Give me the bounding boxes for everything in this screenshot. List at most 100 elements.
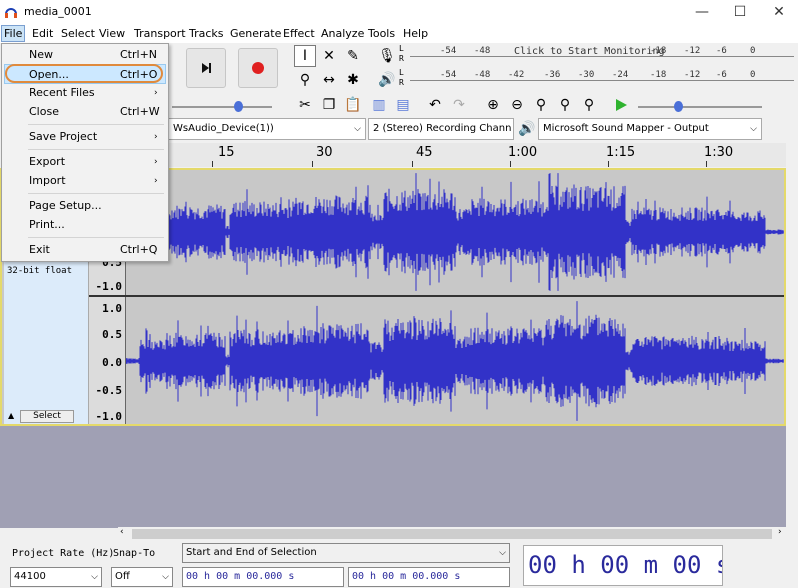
waveform-left <box>126 173 784 291</box>
menu-help[interactable]: Help <box>401 25 430 42</box>
audio-host-select[interactable]: WsAudio_Device(1)) ⌵ <box>168 118 366 140</box>
submenu-arrow-icon: › <box>154 176 158 186</box>
meter-tick: -18 <box>650 70 667 80</box>
ruler-mark <box>510 161 511 167</box>
scroll-right-icon[interactable]: › <box>778 527 782 537</box>
menu-separator <box>28 124 164 125</box>
recording-meter[interactable]: -54 -48 Click to Start Monitoring -18 -1… <box>410 46 794 68</box>
menu-transport[interactable]: Transport <box>132 25 188 42</box>
skip-to-end-button[interactable] <box>186 48 226 88</box>
recording-channels-select[interactable]: 2 (Stereo) Recording Chann <box>368 118 514 140</box>
meter-tick: -54 <box>440 70 457 80</box>
menu-item-recent-files[interactable]: Recent Files › <box>4 83 166 103</box>
fit-project-button[interactable]: ⚲ <box>554 94 576 116</box>
zoom-tool[interactable]: ⚲ <box>294 69 316 91</box>
menu-item-new[interactable]: New Ctrl+N <box>4 45 166 65</box>
horizontal-scrollbar[interactable]: ‹ › <box>118 527 788 541</box>
record-icon <box>252 62 264 74</box>
audio-position-display[interactable]: 00 h 00 m 00 s <box>523 545 723 586</box>
multi-tool[interactable]: ✱ <box>342 69 364 91</box>
fit-selection-icon: ⚲ <box>535 97 547 113</box>
menu-item-exit[interactable]: Exit Ctrl+Q <box>4 240 166 260</box>
redo-button[interactable]: ↷ <box>448 94 470 116</box>
record-button[interactable] <box>238 48 278 88</box>
chevron-down-icon: ⌵ <box>162 572 169 582</box>
project-rate-select[interactable]: 44100 ⌵ <box>10 567 102 587</box>
selection-start-time[interactable]: 00 h 00 m 00.000 s <box>182 567 344 587</box>
ruler-label: 30 <box>316 145 333 160</box>
trim-button[interactable]: ▥ <box>368 94 390 116</box>
close-button[interactable]: ✕ <box>760 0 798 24</box>
meter-tick: -42 <box>508 70 525 80</box>
menu-view[interactable]: View <box>97 25 127 42</box>
snap-to-select[interactable]: Off ⌵ <box>111 567 173 587</box>
menu-analyze[interactable]: Analyze <box>319 25 366 42</box>
menu-file[interactable]: File <box>1 25 26 42</box>
silence-icon: ▤ <box>396 97 410 113</box>
magnifier-icon: ⚲ <box>299 72 311 88</box>
menu-item-export[interactable]: Export › <box>4 152 166 172</box>
redo-icon: ↷ <box>453 97 465 113</box>
scale-label: -1.0 <box>95 410 123 423</box>
selection-end-time[interactable]: 00 h 00 m 00.000 s <box>348 567 510 587</box>
menu-edit[interactable]: Edit <box>30 25 55 42</box>
slider-knob[interactable] <box>234 101 243 112</box>
envelope-tool[interactable]: ✕ <box>318 45 340 67</box>
menu-separator <box>28 193 164 194</box>
zoom-toggle-button[interactable]: ⚲ <box>578 94 600 116</box>
maximize-button[interactable]: ☐ <box>721 0 759 24</box>
waveform-right-channel[interactable] <box>126 298 784 422</box>
file-menu-dropdown: New Ctrl+N Open... Ctrl+O Recent Files › Cl… <box>1 43 169 262</box>
scroll-left-icon[interactable]: ‹ <box>120 527 124 537</box>
minimize-button[interactable]: — <box>683 0 721 24</box>
menu-tracks[interactable]: Tracks <box>187 25 226 42</box>
slider-knob[interactable] <box>674 101 683 112</box>
playback-meter-button[interactable]: 🔊 <box>376 69 398 91</box>
zoom-in-button[interactable]: ⊕ <box>482 94 504 116</box>
trim-icon: ▥ <box>372 97 386 113</box>
menu-item-close[interactable]: Close Ctrl+W <box>4 102 166 122</box>
vertical-scrollbar[interactable] <box>786 168 798 528</box>
playback-meter[interactable]: -54 -48 -42 -36 -30 -24 -18 -12 -6 0 <box>410 70 794 92</box>
paste-button[interactable]: 📋 <box>342 94 364 116</box>
cut-button[interactable]: ✂ <box>294 94 316 116</box>
play-at-speed-button[interactable] <box>610 94 632 116</box>
scale-label: -0.5 <box>95 384 123 397</box>
collapse-arrow-icon[interactable]: ▲ <box>8 411 14 420</box>
zoom-out-button[interactable]: ⊖ <box>506 94 528 116</box>
copy-button[interactable]: ❐ <box>318 94 340 116</box>
waveform-left-channel[interactable] <box>126 170 784 294</box>
undo-button[interactable]: ↶ <box>424 94 446 116</box>
audacity-window: media_0001 — ☐ ✕ File Edit Select View T… <box>0 0 798 588</box>
fit-selection-button[interactable]: ⚲ <box>530 94 552 116</box>
selection-mode-select[interactable]: Start and End of Selection ⌵ <box>182 543 510 563</box>
menu-item-save-project[interactable]: Save Project › <box>4 127 166 147</box>
meter-channel-r: R <box>399 78 404 87</box>
timeline-ruler[interactable]: 15 30 45 1:00 1:15 1:30 <box>126 143 786 167</box>
menu-item-page-setup[interactable]: Page Setup... <box>4 196 166 216</box>
menu-generate[interactable]: Generate <box>228 25 283 42</box>
play-speed-slider[interactable] <box>638 101 762 112</box>
recording-volume-slider[interactable] <box>172 101 272 112</box>
time-shift-tool[interactable]: ↔ <box>318 69 340 91</box>
silence-button[interactable]: ▤ <box>392 94 414 116</box>
empty-track-area[interactable] <box>0 426 798 528</box>
menu-select[interactable]: Select <box>59 25 97 42</box>
undo-icon: ↶ <box>429 97 441 113</box>
scrollbar-thumb[interactable] <box>132 529 772 539</box>
double-arrow-icon: ↔ <box>323 72 335 88</box>
menu-tools[interactable]: Tools <box>366 25 397 42</box>
playback-device-select[interactable]: Microsoft Sound Mapper - Output ⌵ <box>538 118 762 140</box>
draw-tool[interactable]: ✎ <box>342 45 364 67</box>
selection-tool[interactable]: Ⅰ <box>294 45 316 67</box>
menu-item-print[interactable]: Print... <box>4 215 166 235</box>
snap-to-label: Snap-To <box>113 548 156 559</box>
track-select-button[interactable]: Select <box>20 410 74 423</box>
record-meter-button[interactable]: 🎙 <box>376 45 398 67</box>
meter-tick: -54 <box>440 46 457 56</box>
output-speaker-button[interactable]: 🔊 <box>516 118 538 140</box>
menu-item-import[interactable]: Import › <box>4 171 166 191</box>
menu-effect[interactable]: Effect <box>281 25 317 42</box>
zoom-out-icon: ⊖ <box>511 97 523 113</box>
meter-tick: -6 <box>716 70 727 80</box>
